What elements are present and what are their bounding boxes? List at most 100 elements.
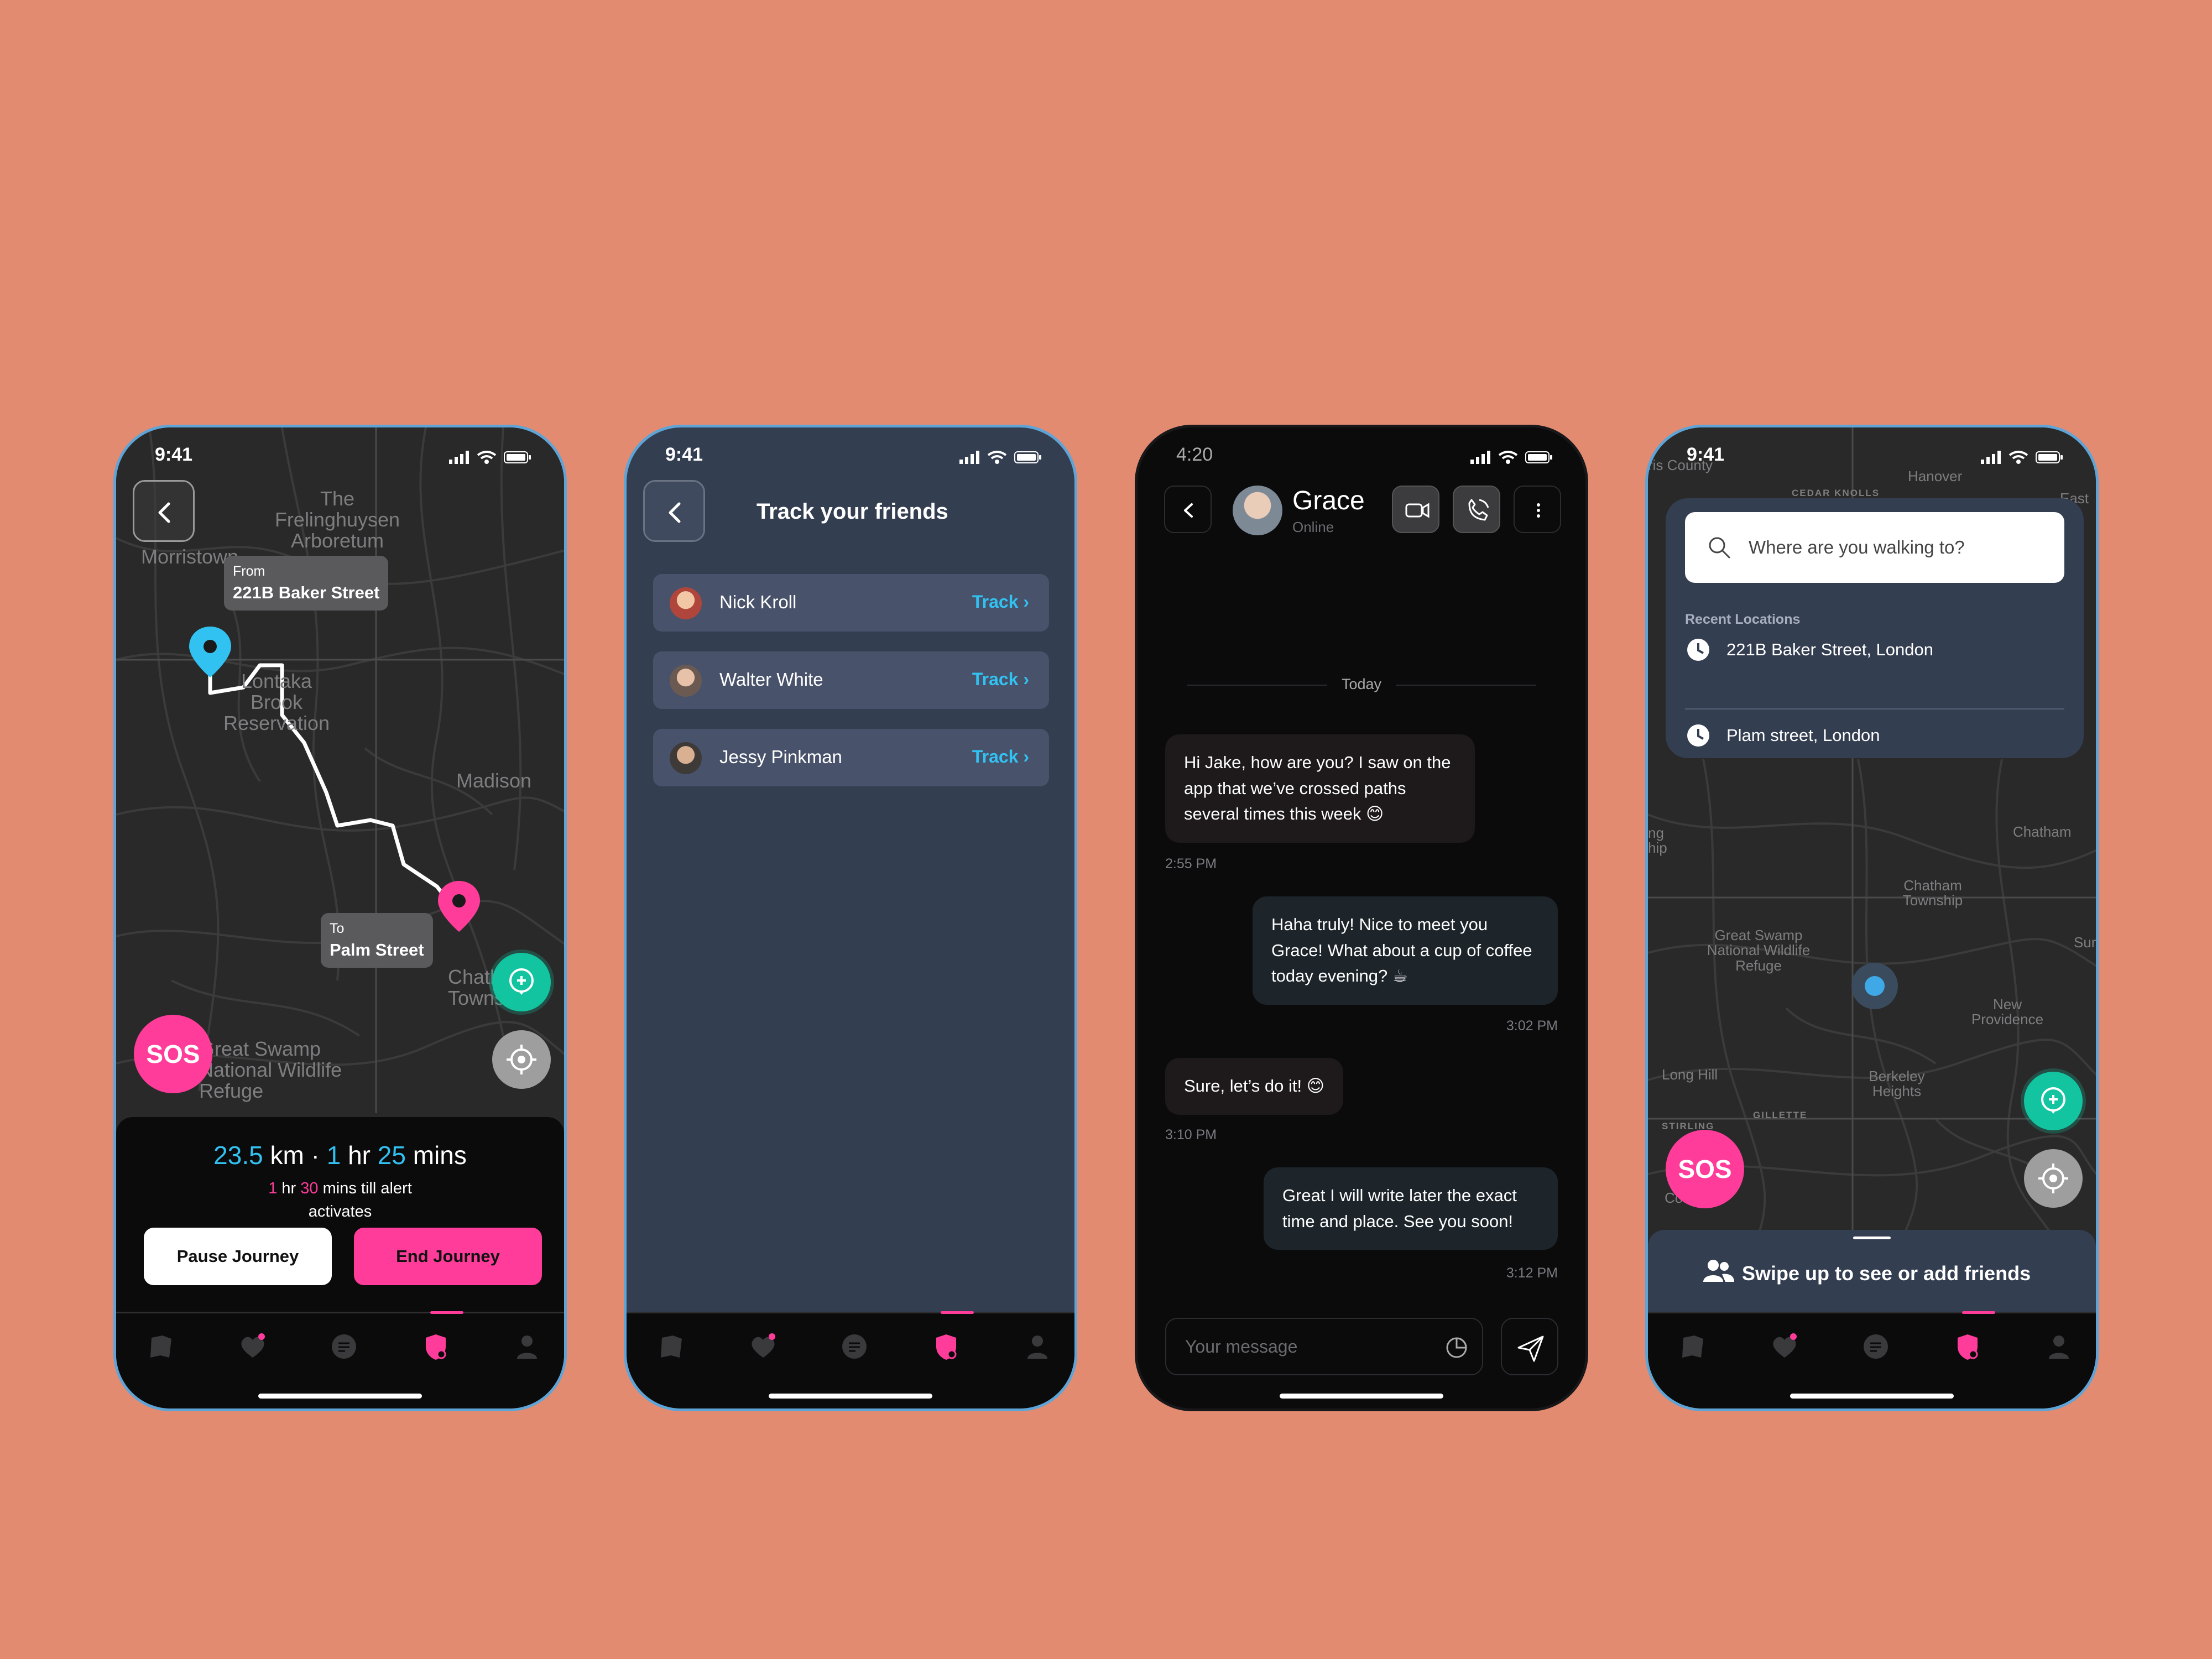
phone-call-button[interactable] [1453, 486, 1500, 533]
active-tab-indicator [941, 1311, 974, 1314]
from-value: 221B Baker Street [233, 583, 380, 602]
battery-icon [1014, 451, 1041, 463]
back-button[interactable] [1164, 486, 1212, 533]
phone-track-friends: 9:41 Track your friends Nick Kroll Track… [624, 425, 1077, 1411]
search-placeholder: Where are you walking to? [1749, 537, 1965, 557]
message-time: 3:10 PM [1165, 1127, 1217, 1142]
video-call-button[interactable] [1392, 486, 1439, 533]
friends-sheet[interactable]: Swipe up to see or add friends [1648, 1230, 2096, 1312]
heart-tab-icon[interactable] [236, 1330, 269, 1363]
page-title: Track your friends [757, 499, 948, 524]
message-incoming: Sure, let’s do it! 😊 [1165, 1058, 1344, 1115]
map-label: Long Hill [1662, 1066, 1718, 1083]
shield-tab-icon[interactable] [1951, 1330, 1984, 1363]
status-time: 4:20 [1176, 444, 1213, 465]
clock-icon [1687, 639, 1709, 661]
map-label: Great Swamp National Wildlife Refuge [1707, 927, 1811, 974]
heart-tab-icon[interactable] [1768, 1330, 1801, 1363]
active-tab-indicator [430, 1311, 463, 1314]
to-value: Palm Street [330, 940, 424, 959]
home-indicator [1790, 1394, 1954, 1399]
add-pin-button[interactable] [2024, 1072, 2083, 1130]
active-tab-indicator [1962, 1311, 1995, 1314]
journey-panel: 23.5 km · 1 hr 25 mins 1 hr 30 mins till… [116, 1117, 564, 1312]
friend-row[interactable]: Walter White Track › [653, 651, 1049, 709]
sticker-icon[interactable] [1444, 1335, 1469, 1360]
recent-heading: Recent Locations [1685, 612, 1801, 627]
add-pin-button[interactable] [492, 953, 551, 1011]
track-button[interactable]: Track › [972, 669, 1029, 690]
pause-journey-button[interactable]: Pause Journey [144, 1228, 332, 1285]
heart-tab-icon[interactable] [747, 1330, 780, 1363]
divider [1685, 708, 2064, 709]
map-tab-icon[interactable] [655, 1330, 688, 1363]
current-location-dot [1865, 976, 1885, 996]
map-tab-icon[interactable] [1677, 1330, 1710, 1363]
friend-name: Walter White [719, 669, 823, 690]
status-icons [1981, 451, 2063, 464]
back-button[interactable] [133, 480, 195, 542]
chat-tab-icon[interactable] [327, 1330, 361, 1363]
status-time: 9:41 [665, 444, 703, 465]
status-time: 9:41 [155, 444, 193, 465]
recenter-button[interactable] [492, 1030, 551, 1089]
battery-icon [504, 451, 531, 463]
shield-tab-icon[interactable] [419, 1330, 452, 1363]
battery-icon [2036, 451, 2063, 463]
profile-tab-icon[interactable] [1021, 1330, 1054, 1363]
video-call-icon [1405, 503, 1430, 518]
sos-button[interactable]: SOS [134, 1015, 212, 1093]
search-input[interactable]: Where are you walking to? [1685, 512, 2064, 583]
map-tab-icon[interactable] [145, 1330, 178, 1363]
recent-location[interactable]: Plam street, London [1685, 722, 1880, 753]
map-label: Berkeley Heights [1869, 1068, 1925, 1100]
clock-icon [1687, 724, 1709, 747]
track-button[interactable]: Track › [972, 747, 1029, 767]
status-bar: 9:41 [1648, 427, 2096, 488]
chat-tab-icon[interactable] [1859, 1330, 1892, 1363]
message-time: 3:12 PM [1506, 1265, 1558, 1281]
avatar [670, 742, 702, 774]
send-button[interactable] [1501, 1318, 1558, 1375]
friend-name: Jessy Pinkman [719, 747, 842, 767]
track-button[interactable]: Track › [972, 592, 1029, 612]
map-label: Lontaka Brook Reservation [223, 670, 330, 734]
status-bar: 9:41 [627, 427, 1074, 488]
sos-button[interactable]: SOS [1666, 1130, 1744, 1208]
phone-search: Hanover CEDAR KNOLLS East H Chatham Chat… [1645, 425, 2099, 1411]
end-journey-button[interactable]: End Journey [354, 1228, 542, 1285]
phone-journey: The Frelinghuysen Arboretum Morristown L… [113, 425, 567, 1411]
profile-tab-icon[interactable] [2042, 1330, 2075, 1363]
friend-row[interactable]: Jessy Pinkman Track › [653, 729, 1049, 786]
recenter-button[interactable] [2024, 1149, 2083, 1208]
map-label: GILLETTE [1753, 1110, 1808, 1120]
wifi-icon [987, 451, 1007, 464]
tab-bar [116, 1311, 564, 1408]
map-label: New Providence [1971, 996, 2044, 1028]
chat-tab-icon[interactable] [838, 1330, 871, 1363]
message-input[interactable]: Your message [1165, 1318, 1483, 1375]
phone-chat: 4:20 Grace Online Today Hi Jake, how are… [1135, 425, 1588, 1411]
recenter-icon [2038, 1164, 2068, 1193]
map-label: Sur [2074, 934, 2096, 951]
status-icons [449, 451, 531, 464]
recent-location[interactable]: 221B Baker Street, London [1685, 637, 1933, 667]
profile-tab-icon[interactable] [510, 1330, 544, 1363]
map-label: Madison [456, 769, 532, 792]
message-outgoing: Great I will write later the exact time … [1264, 1167, 1558, 1250]
alert-countdown: 1 hr 30 mins till alert activates [268, 1180, 412, 1221]
more-button[interactable] [1514, 486, 1561, 533]
phone-call-icon [1468, 499, 1489, 521]
tab-bar [1648, 1311, 2096, 1408]
more-icon [1537, 503, 1540, 518]
end-pin-icon [438, 881, 480, 932]
to-label: To [330, 921, 345, 936]
sheet-handle[interactable] [1853, 1237, 1891, 1239]
wifi-icon [477, 451, 497, 464]
back-button[interactable] [643, 480, 705, 542]
friend-row[interactable]: Nick Kroll Track › [653, 574, 1049, 632]
to-tag: To Palm Street [321, 913, 433, 968]
friends-icon [1703, 1260, 1734, 1282]
shield-tab-icon[interactable] [930, 1330, 963, 1363]
map-label: Chatham [2013, 823, 2072, 840]
